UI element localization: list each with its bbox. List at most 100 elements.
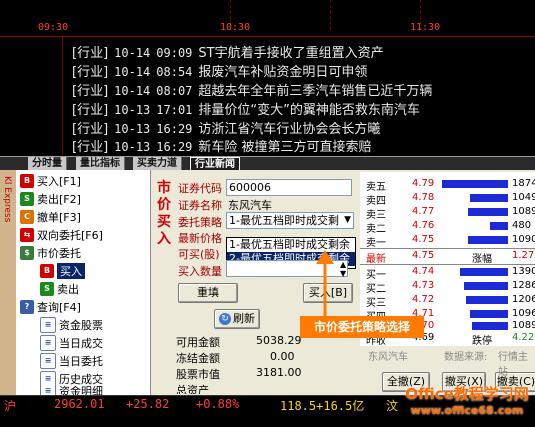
bid-price: 4.73 [412, 280, 435, 291]
nav-sell-f2[interactable]: S 卖出[F2] [20, 191, 81, 207]
nav-cancel-f3[interactable]: C 撤单[F3] [20, 209, 81, 225]
bid-vol: 1096 [512, 308, 535, 319]
nav-history-deals[interactable]: ≡ 历史成交 [40, 371, 103, 387]
watermark-line1: Office教程学习网 [405, 385, 529, 403]
chart-gridline [330, 0, 331, 30]
bid-vol: 1089 [512, 320, 535, 331]
ask-price: 4.78 [412, 192, 435, 203]
bid-price: 4.74 [412, 266, 435, 277]
market-order-icon: $ [20, 246, 34, 260]
ask-bar [470, 194, 508, 202]
price-label: 最新价格 [178, 232, 222, 245]
document-icon: ≡ [40, 371, 56, 387]
nav-funds-stocks[interactable]: ≡ 资金股票 [40, 317, 103, 333]
ask-label: 卖一 [366, 238, 386, 249]
news-tag: [行业] [72, 103, 109, 118]
nav-query-f4[interactable]: ? 查询[F4] [20, 299, 81, 315]
bid-bar [464, 282, 508, 290]
avail-label: 可买(股) [178, 248, 220, 261]
ask-vol: 1049 [512, 192, 535, 203]
ask-label: 卖四 [366, 196, 386, 207]
ticker-index: 2962.01 [54, 397, 105, 411]
latest-price: 4.75 [412, 250, 435, 261]
nav-label: 买入 [57, 263, 85, 279]
ask-row: 卖三 4.77 1089 [360, 206, 535, 221]
ask-label: 卖三 [366, 210, 386, 221]
nav-today-orders[interactable]: ≡ 当日委托 [40, 353, 103, 369]
refill-button[interactable]: 重填 [178, 283, 238, 303]
ask-price: 4.76 [412, 220, 435, 231]
ask-price: 4.75 [412, 234, 435, 245]
ask-row: 卖一 4.75 1090 [360, 234, 535, 249]
buy-icon: B [20, 174, 34, 188]
book-divider [360, 264, 535, 265]
cancel-icon: C [20, 210, 34, 224]
nav-label: 资金股票 [59, 319, 103, 332]
bid-label: 买一 [366, 270, 386, 281]
chevron-down-icon: ▼ [344, 215, 351, 225]
nav-buy-f1[interactable]: B 买入[F1] [20, 173, 81, 189]
news-title: 访浙江省汽车行业协会会长方曦 [198, 122, 381, 137]
nav-label: 卖出[F2] [37, 193, 81, 206]
tab-fenshiliang[interactable]: 分时量 [28, 157, 67, 171]
bid-price: 4.72 [412, 294, 435, 305]
name-value: 东风汽车 [228, 199, 272, 212]
bid-vol: 1286 [512, 280, 535, 291]
news-item[interactable]: [行业] 10-13 16:29 新车险 被撞第三方可直接索赔 [72, 136, 378, 158]
news-tag: [行业] [72, 140, 109, 155]
tab-liangbi[interactable]: 量比指标 [76, 157, 125, 171]
news-time: 16:29 [156, 122, 193, 136]
strategy-label: 委托策略 [178, 216, 222, 229]
time-label: 09:30 [38, 22, 69, 33]
nav-label: 资金明细 [59, 386, 103, 395]
nav-label: 市价委托 [37, 247, 81, 260]
market-buy-title: 市价买入 [157, 180, 171, 247]
document-icon: ≡ [40, 386, 56, 395]
ask-price: 4.77 [412, 206, 435, 217]
news-title: 超越去年全年前三季汽车销售已近千万辆 [198, 84, 433, 99]
change-value: 1.27 [512, 250, 535, 261]
ask-bar [442, 180, 508, 188]
funds-value: 5038.29 [256, 334, 302, 347]
news-date: 10-13 [114, 140, 151, 154]
document-icon: ≡ [40, 317, 56, 333]
document-icon: ≡ [40, 335, 56, 351]
tab-maimai-lidao[interactable]: 买卖力道 [133, 157, 182, 171]
nav-market-buy[interactable]: B 买入 [40, 263, 85, 279]
bid-row: 买三 4.72 1206 [360, 294, 535, 309]
change-label: 涨幅 [472, 254, 492, 265]
nav-label: 撤单[F3] [37, 211, 81, 224]
news-date: 10-13 [114, 122, 151, 136]
funds-label: 总资产 [176, 384, 209, 394]
code-input[interactable]: 600006 [226, 179, 352, 196]
qty-spin-icon[interactable]: ▲ ▼ [340, 260, 346, 278]
nav-label: 双向委托[F6] [37, 229, 103, 242]
funds-label: 股票市值 [176, 368, 220, 381]
news-tag: [行业] [72, 84, 109, 99]
nav-market-order[interactable]: $ 市价委托 [20, 245, 81, 261]
sell-icon: S [40, 282, 54, 296]
ask-bar [490, 222, 508, 230]
nav-dual-f6[interactable]: ⇆ 双向委托[F6] [20, 227, 103, 243]
book-divider [360, 248, 535, 249]
ask-vol: 1089 [512, 206, 535, 217]
bid-label: 买三 [366, 298, 386, 309]
ask-row: 卖四 4.78 1049 [360, 192, 535, 207]
dual-order-icon: ⇆ [20, 228, 34, 242]
nav-label: 卖出 [57, 283, 79, 296]
nav-market-sell[interactable]: S 卖出 [40, 281, 79, 297]
nav-today-deals[interactable]: ≡ 当日成交 [40, 335, 103, 351]
fall-label: 跌停 [472, 336, 492, 347]
strategy-select[interactable]: 1-最优五档即时成交剩 ▼ [226, 212, 354, 229]
buy-icon: B [40, 264, 54, 278]
document-icon: ≡ [40, 353, 56, 369]
ask-vol: 1874 [512, 178, 535, 189]
time-label: 10:30 [220, 22, 251, 33]
refresh-button[interactable]: ↻ 刷新 [214, 309, 260, 329]
indicator-tab-bar: 分时量 量比指标 买卖力道 行业新闻 [0, 156, 535, 172]
nav-funds-detail[interactable]: ≡ 资金明细 [40, 386, 103, 395]
nav-label: 当日成交 [59, 337, 103, 350]
news-title: ST宇航着手接收了重组置入资产 [198, 46, 384, 61]
qty-label: 买入数量 [178, 265, 222, 278]
ask-bar [468, 208, 508, 216]
